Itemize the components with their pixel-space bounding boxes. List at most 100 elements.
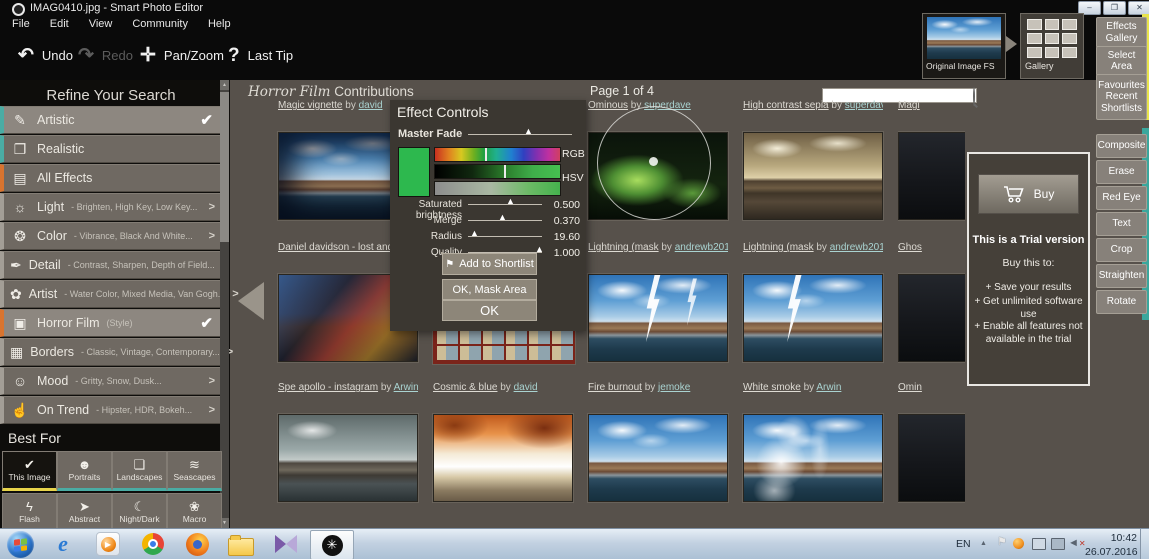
effect-name-link[interactable]: Fire burnout — [588, 382, 642, 393]
best-for-flash[interactable]: ϟ Flash — [2, 493, 57, 533]
sidebar-item-artist[interactable]: ✿ Artist - Water Color, Mixed Media, Van… — [0, 280, 222, 308]
original-image-tile[interactable]: Original Image FS — [922, 13, 1006, 79]
tray-expand-icon[interactable]: ▲ — [980, 540, 987, 547]
ok-mask-area-button[interactable]: OK, Mask Area — [442, 279, 537, 300]
color-swatch[interactable] — [398, 147, 430, 197]
media-player-icon[interactable]: ▶ — [95, 531, 121, 557]
best-for-this-image[interactable]: ✔ This Image — [2, 451, 57, 491]
undo-button[interactable]: ↶ Undo — [18, 46, 73, 65]
gallery-tile[interactable]: Gallery — [1020, 13, 1084, 79]
best-for-macro[interactable]: ❀ Macro — [167, 493, 222, 533]
scrollbar-thumb[interactable] — [220, 92, 229, 242]
best-for-seascapes[interactable]: ≋ Seascapes — [167, 451, 222, 491]
effect-name-link[interactable]: Magic vignette — [278, 100, 342, 111]
radius-slider[interactable] — [468, 236, 542, 237]
erase-button[interactable]: Erase — [1096, 160, 1147, 184]
effect-card-white-smoke[interactable]: White smoke by Arwin — [743, 382, 883, 504]
straighten-button[interactable]: Straighten — [1096, 264, 1147, 288]
restore-button[interactable]: ❐ — [1103, 1, 1126, 15]
effect-name-link[interactable]: Lightning (mask — [743, 242, 814, 253]
smart-photo-editor-taskbar-button[interactable]: ✳ — [310, 530, 354, 559]
kmplayer-icon[interactable] — [273, 531, 299, 557]
text-button[interactable]: Text — [1096, 212, 1147, 236]
effect-author-link[interactable]: andrewb2012 — [675, 242, 728, 253]
effect-author-link[interactable]: superdave — [845, 100, 883, 111]
effect-card-high-contrast-sepia[interactable]: High contrast sepia by superdave — [743, 100, 883, 222]
best-for-night-dark[interactable]: ☾ Night/Dark — [112, 493, 167, 533]
add-to-shortlist-button[interactable]: ⚑ Add to Shortlist — [442, 253, 537, 275]
effect-thumbnail[interactable] — [588, 274, 728, 362]
sidebar-item-realistic[interactable]: ❐ Realistic — [0, 135, 222, 163]
sidebar-item-artistic[interactable]: ✎ Artistic ✔ — [0, 106, 222, 134]
sidebar-item-borders[interactable]: ▦ Borders - Classic, Vintage, Contempora… — [0, 338, 222, 366]
effect-card-partial[interactable]: Omin — [898, 382, 965, 504]
effect-name-link[interactable]: Magi — [898, 100, 920, 111]
action-center-flag-icon[interactable]: ⚑ — [997, 537, 1007, 548]
effect-thumbnail[interactable] — [588, 414, 728, 502]
slider-thumb-icon[interactable]: ▲ — [506, 197, 515, 206]
effect-thumbnail[interactable] — [898, 414, 965, 502]
effect-card-partial[interactable]: Magi — [898, 100, 965, 222]
sidebar-item-all-effects[interactable]: ▤ All Effects — [0, 164, 222, 192]
menu-community[interactable]: Community — [126, 16, 194, 32]
effect-card-spe-apollo[interactable]: Spe apollo - instagram by Arwin — [278, 382, 418, 504]
effect-card-lightning-2[interactable]: Lightning (mask by andrewb2012 — [743, 242, 883, 364]
display-icon[interactable] — [1032, 538, 1046, 550]
sidebar-item-light[interactable]: ☼ Light - Brighten, High Key, Low Key...… — [0, 193, 222, 221]
select-area-button[interactable]: Select Area — [1096, 46, 1147, 76]
previous-page-arrow[interactable] — [238, 282, 264, 320]
sidebar-item-horror-film[interactable]: ▣ Horror Film (Style) ✔ — [0, 309, 222, 337]
last-tip-button[interactable]: ? Last Tip — [228, 46, 293, 65]
effect-name-link[interactable]: Lightning (mask — [588, 242, 659, 253]
effect-thumbnail[interactable] — [433, 414, 573, 502]
effect-name-link[interactable]: Ominous — [588, 100, 628, 111]
effect-name-link[interactable]: Spe apollo - instagram — [278, 382, 378, 393]
effect-name-link[interactable]: Ghos — [898, 242, 922, 253]
effect-card-lightning-1[interactable]: Lightning (mask by andrewb2012 — [588, 242, 728, 364]
best-for-portraits[interactable]: ☻ Portraits — [57, 451, 112, 491]
language-indicator[interactable]: EN — [956, 538, 971, 550]
menu-view[interactable]: View — [83, 16, 119, 32]
clock[interactable]: 10:42 26.07.2016 — [1085, 532, 1137, 559]
start-button[interactable] — [7, 531, 34, 558]
firefox-icon[interactable] — [184, 531, 210, 557]
effect-author-link[interactable]: david — [359, 100, 383, 111]
rotate-button[interactable]: Rotate — [1096, 290, 1147, 314]
sidebar-item-color[interactable]: ❂ Color - Vibrance, Black And White... > — [0, 222, 222, 250]
internet-explorer-icon[interactable]: e — [50, 531, 76, 557]
slider-thumb-icon[interactable]: ▲ — [524, 127, 533, 136]
close-button[interactable]: ✕ — [1128, 1, 1149, 15]
effect-name-link[interactable]: Daniel davidson - lost and — [278, 242, 393, 253]
sidebar-item-on-trend[interactable]: ☝ On Trend - Hipster, HDR, Bokeh... > — [0, 396, 222, 424]
effect-thumbnail[interactable] — [743, 414, 883, 502]
effect-name-link[interactable]: White smoke — [743, 382, 801, 393]
slider-thumb-icon[interactable]: ▲ — [498, 213, 507, 222]
rgb-gradient-bar[interactable] — [434, 147, 561, 162]
file-explorer-icon[interactable] — [228, 531, 254, 557]
effect-thumbnail[interactable] — [743, 274, 883, 362]
redo-button[interactable]: ↷ Redo — [78, 46, 133, 65]
slider-thumb-icon[interactable]: ▲ — [470, 229, 479, 238]
composite-button[interactable]: Composite — [1096, 134, 1147, 158]
effect-name-link[interactable]: Cosmic & blue — [433, 382, 497, 393]
red-eye-button[interactable]: Red Eye — [1096, 186, 1147, 210]
buy-button[interactable]: Buy — [978, 174, 1079, 214]
menu-edit[interactable]: Edit — [44, 16, 75, 32]
effect-thumbnail[interactable] — [278, 414, 418, 502]
value-gradient-bar[interactable] — [434, 181, 561, 196]
effect-card-cosmic-blue[interactable]: Cosmic & blue by david — [433, 382, 573, 504]
scroll-up-button[interactable]: ▲ — [220, 80, 229, 90]
best-for-abstract[interactable]: ➤ Abstract — [57, 493, 112, 533]
pan-zoom-button[interactable]: ✛ Pan/Zoom — [140, 46, 224, 65]
saturated-brightness-slider[interactable] — [468, 204, 542, 205]
ok-button[interactable]: OK — [442, 300, 537, 321]
effect-thumbnail[interactable] — [898, 132, 965, 220]
sidebar-item-detail[interactable]: ✒ Detail - Contrast, Sharpen, Depth of F… — [0, 251, 222, 279]
effect-author-link[interactable]: Arwin — [394, 382, 418, 393]
effect-card-fire-burnout[interactable]: Fire burnout by jemoke — [588, 382, 728, 504]
effect-author-link[interactable]: jemoke — [658, 382, 690, 393]
crop-button[interactable]: Crop — [1096, 238, 1147, 262]
effect-name-link[interactable]: Omin — [898, 382, 922, 393]
effects-gallery-button[interactable]: Effects Gallery — [1096, 17, 1147, 48]
effect-thumbnail[interactable] — [743, 132, 883, 220]
